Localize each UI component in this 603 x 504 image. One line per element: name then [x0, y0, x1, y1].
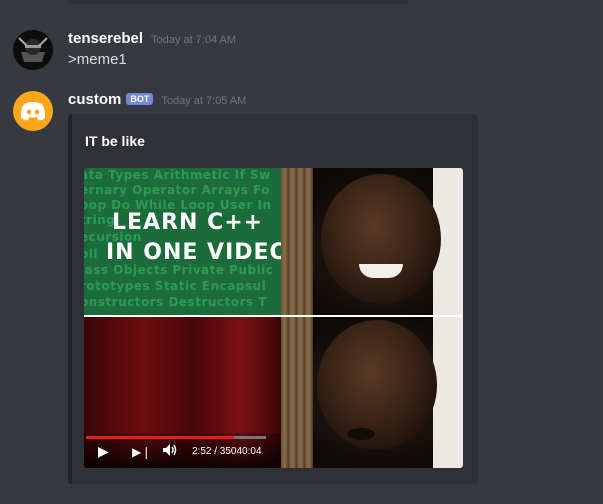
discord-logo-icon [20, 102, 46, 121]
code-line: ernary Operator Arrays Fo [84, 183, 271, 197]
message-header: custom BOT Today at 7:05 AM [68, 91, 246, 108]
message-header: tenserebel Today at 7:04 AM [68, 30, 236, 47]
play-icon[interactable]: ▶ [98, 443, 109, 460]
avatar[interactable] [13, 91, 53, 131]
man-worried-panel [281, 316, 463, 468]
code-line: lass Objects Private Public [84, 263, 274, 277]
panel-divider [84, 315, 463, 317]
face [321, 174, 441, 304]
code-line: tring [84, 213, 116, 227]
avatar[interactable] [13, 30, 53, 70]
timestamp: Today at 7:04 AM [151, 34, 237, 46]
ninja-avatar-icon [13, 30, 53, 70]
embed: IT be like ata Types Arithmetic If Sw er… [68, 114, 478, 484]
embed-title: IT be like [85, 133, 145, 149]
headline-learn-cpp: LEARN C++ [112, 210, 264, 235]
username[interactable]: custom [68, 91, 121, 108]
code-line: oll [84, 247, 98, 261]
bot-badge: BOT [126, 93, 154, 105]
message-tenserebel: tenserebel Today at 7:04 AM >meme1 [0, 30, 603, 74]
code-line: rototypes Static Encapsul [84, 279, 267, 293]
meme-image[interactable]: ata Types Arithmetic If Sw ernary Operat… [84, 168, 463, 468]
previous-embed-edge [68, 0, 408, 4]
video-time-readout: 2:52 / 35040:04 [192, 446, 262, 457]
video-progress-track[interactable] [86, 436, 266, 439]
mouth [347, 428, 375, 440]
video-progress-fill [86, 436, 234, 439]
curtain [281, 316, 313, 468]
message-content: >meme1 [68, 51, 127, 68]
message-custom: custom BOT Today at 7:05 AM [0, 91, 603, 131]
learn-cpp-panel: ata Types Arithmetic If Sw ernary Operat… [84, 168, 281, 316]
code-line: ata Types Arithmetic If Sw [84, 168, 271, 182]
headline-one-video: IN ONE VIDEO [106, 240, 281, 265]
face [317, 320, 437, 450]
volume-icon[interactable] [162, 443, 178, 460]
timestamp: Today at 7:05 AM [161, 95, 247, 107]
skip-next-icon[interactable]: ▶❘ [132, 445, 151, 459]
code-line: onstructors Destructors T [84, 295, 267, 309]
man-smiling-panel [281, 168, 463, 316]
wall [433, 316, 463, 468]
video-controls: ▶ ▶❘ 2:52 / 35040:04 [84, 433, 281, 468]
curtain [281, 168, 313, 316]
username[interactable]: tenserebel [68, 30, 143, 47]
